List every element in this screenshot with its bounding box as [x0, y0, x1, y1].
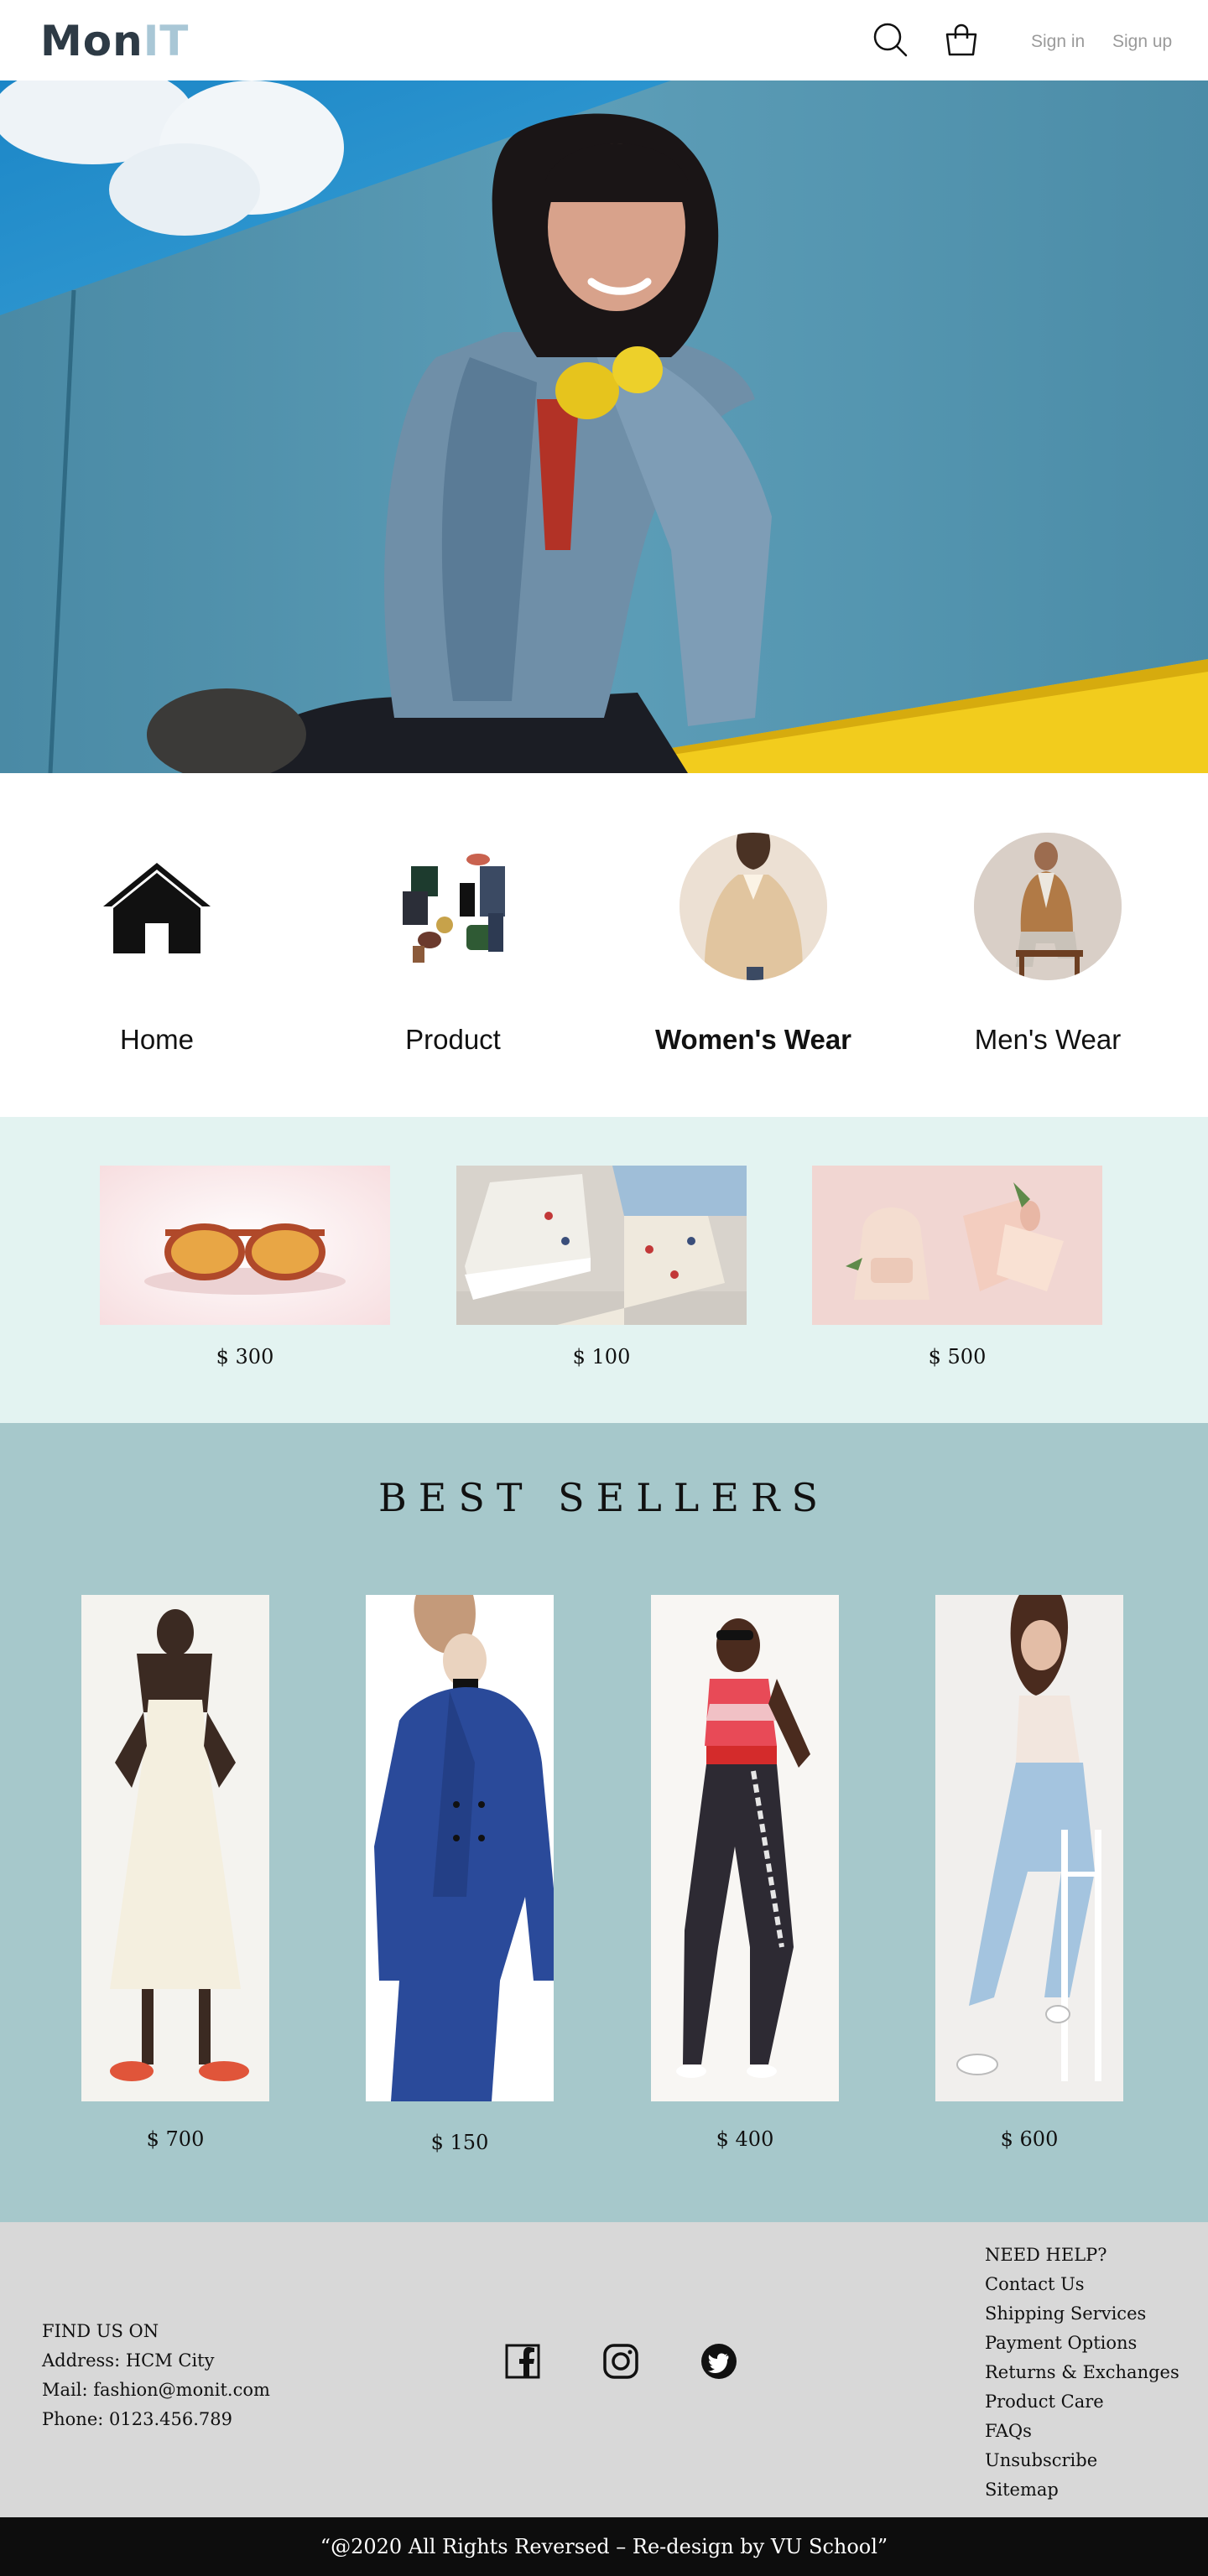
- backpack-image: [812, 1166, 1102, 1325]
- ripped-jeans-image: [935, 1595, 1123, 2101]
- best-seller-image: [81, 1595, 269, 2101]
- best-seller-price: $ 600: [1000, 2127, 1059, 2151]
- logo[interactable]: MonIT: [40, 17, 189, 65]
- copyright-bar: “@2020 All Rights Reversed – Re-design b…: [0, 2517, 1208, 2576]
- category-womens-wear-thumb: [680, 833, 827, 980]
- sunglasses-image: [100, 1166, 390, 1325]
- cart-button[interactable]: [941, 20, 982, 60]
- best-seller-item-jeans[interactable]: $ 600: [935, 1595, 1123, 2151]
- category-mens-wear-thumb: [974, 833, 1122, 980]
- category-product-label: Product: [405, 1024, 501, 1055]
- instagram-link[interactable]: [602, 2343, 639, 2380]
- facebook-icon: [505, 2344, 540, 2379]
- hero-image: [0, 80, 1208, 773]
- site-footer: FIND US ON Address: HCM City Mail: fashi…: [0, 2222, 1208, 2517]
- help-link-contact-us[interactable]: Contact Us: [985, 2270, 1179, 2299]
- help-link-returns-exchanges[interactable]: Returns & Exchanges: [985, 2358, 1179, 2387]
- category-mens-wear[interactable]: Men's Wear: [922, 833, 1174, 1056]
- best-seller-image: [935, 1595, 1123, 2101]
- featured-item-image: [812, 1166, 1102, 1325]
- category-mens-wear-label: Men's Wear: [974, 1024, 1122, 1055]
- blue-suit-image: [366, 1595, 554, 2101]
- featured-item-price: $ 300: [216, 1345, 274, 1368]
- featured-item-price: $ 500: [928, 1345, 987, 1368]
- sport-outfit-image: [651, 1595, 839, 2101]
- best-sellers-title: BEST SELLERS: [378, 1475, 830, 1520]
- category-womens-wear[interactable]: Women's Wear: [627, 833, 879, 1056]
- facebook-link[interactable]: [504, 2343, 541, 2380]
- twitter-link[interactable]: [700, 2343, 737, 2380]
- best-sellers-section: BEST SELLERS $ 700 $ 150 $ 400 $ 600: [0, 1423, 1208, 2222]
- contact-address: Address: HCM City: [42, 2350, 215, 2371]
- contact-phone: Phone: 0123.456.789: [42, 2409, 232, 2429]
- help-link-payment-options[interactable]: Payment Options: [985, 2329, 1179, 2358]
- help-link-unsubscribe[interactable]: Unsubscribe: [985, 2446, 1179, 2475]
- search-button[interactable]: [871, 20, 911, 60]
- featured-products: $ 300 $ 100 $ 500: [0, 1117, 1208, 1423]
- featured-item-sunglasses[interactable]: $ 300: [100, 1166, 390, 1368]
- best-seller-image: [651, 1595, 839, 2101]
- best-seller-price: $ 150: [430, 2131, 489, 2154]
- best-seller-price: $ 700: [146, 2127, 205, 2151]
- help-link-faqs[interactable]: FAQs: [985, 2417, 1179, 2446]
- category-womens-wear-label: Women's Wear: [654, 1024, 852, 1055]
- logo-text-accent: IT: [143, 17, 190, 65]
- twitter-icon: [701, 2344, 737, 2379]
- featured-item-backpack[interactable]: $ 500: [812, 1166, 1102, 1368]
- contact-heading: FIND US ON: [42, 2321, 159, 2341]
- help-link-sitemap[interactable]: Sitemap: [985, 2475, 1179, 2505]
- logo-text-primary: Mon: [40, 17, 143, 65]
- signup-link[interactable]: Sign up: [1112, 32, 1172, 52]
- best-seller-item-suit[interactable]: $ 150: [366, 1595, 554, 2154]
- help-link-shipping-services[interactable]: Shipping Services: [985, 2299, 1179, 2329]
- hero-banner: [0, 80, 1208, 773]
- womens-wear-image: [680, 833, 827, 980]
- instagram-icon: [603, 2344, 638, 2379]
- shopping-bag-icon: [945, 23, 977, 56]
- category-home-label: Home: [119, 1024, 195, 1055]
- best-seller-item-dress[interactable]: $ 700: [81, 1595, 269, 2151]
- help-link-product-care[interactable]: Product Care: [985, 2387, 1179, 2417]
- contact-mail[interactable]: Mail: fashion@monit.com: [42, 2376, 270, 2405]
- footer-help: NEED HELP? Contact Us Shipping Services …: [985, 2241, 1179, 2505]
- site-header: MonIT Sign in Sign up: [0, 0, 1208, 80]
- search-icon: [873, 23, 908, 57]
- mens-wear-image: [974, 833, 1122, 980]
- featured-item-image: [100, 1166, 390, 1325]
- signin-link[interactable]: Sign in: [1031, 32, 1085, 52]
- category-home-thumb: [83, 833, 231, 980]
- house-icon: [103, 863, 211, 953]
- sneakers-image: [456, 1166, 747, 1325]
- category-product[interactable]: Product: [327, 833, 579, 1056]
- category-product-thumb: [379, 833, 527, 980]
- featured-item-sneakers[interactable]: $ 100: [456, 1166, 747, 1368]
- featured-item-image: [456, 1166, 747, 1325]
- best-seller-image: [366, 1595, 554, 2101]
- help-heading: NEED HELP?: [985, 2245, 1107, 2265]
- featured-item-price: $ 100: [572, 1345, 631, 1368]
- best-seller-item-sport[interactable]: $ 400: [651, 1595, 839, 2151]
- best-seller-price: $ 400: [716, 2127, 774, 2151]
- product-collage-image: [381, 834, 525, 979]
- category-home[interactable]: Home: [31, 833, 283, 1056]
- white-dress-image: [81, 1595, 269, 2101]
- footer-contact: FIND US ON Address: HCM City Mail: fashi…: [42, 2317, 270, 2434]
